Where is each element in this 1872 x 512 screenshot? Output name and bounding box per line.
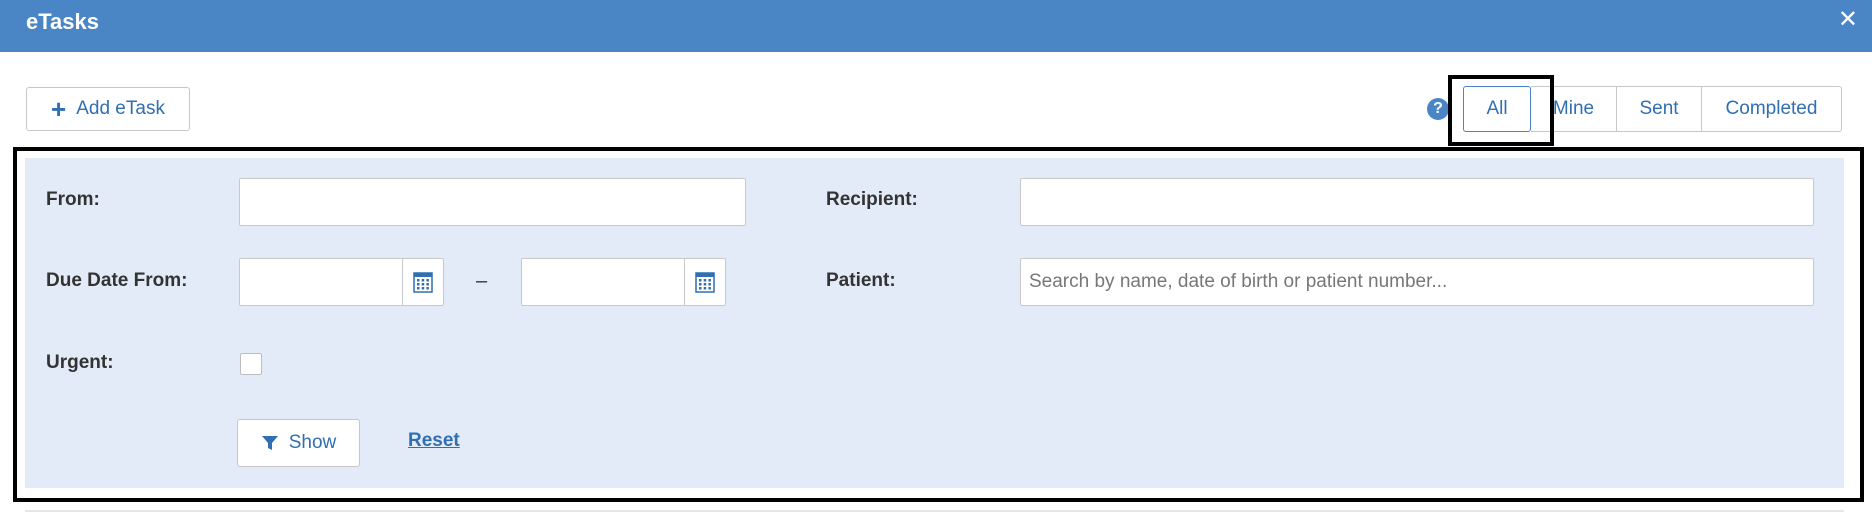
highlight-box-filter-panel — [13, 147, 1864, 502]
close-icon[interactable]: ✕ — [1838, 8, 1858, 32]
tab-completed[interactable]: Completed — [1702, 86, 1842, 132]
tab-sent-label: Sent — [1639, 98, 1679, 119]
help-icon[interactable]: ? — [1427, 98, 1449, 120]
add-etask-button[interactable]: + Add eTask — [26, 87, 190, 131]
tab-mine-label: Mine — [1552, 98, 1595, 119]
tab-completed-label: Completed — [1725, 98, 1818, 119]
plus-icon: + — [51, 94, 67, 124]
highlight-box-all-tab — [1448, 75, 1554, 146]
tab-sent[interactable]: Sent — [1617, 86, 1702, 132]
window-title: eTasks — [26, 9, 99, 34]
title-bar: eTasks ✕ — [0, 0, 1872, 52]
add-etask-label: Add eTask — [76, 98, 165, 119]
